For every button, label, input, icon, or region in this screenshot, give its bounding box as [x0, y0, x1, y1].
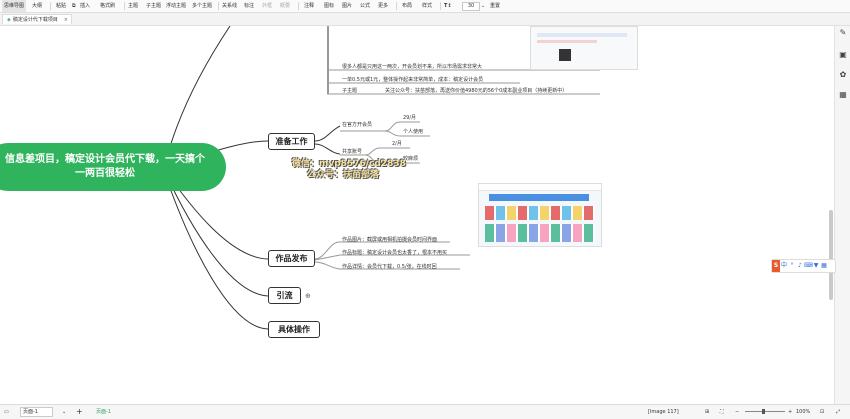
summary-button[interactable]: 概要	[280, 0, 290, 12]
leaf-subtopic[interactable]: 子主题	[342, 87, 357, 94]
leaf-personal-use[interactable]: 个人使用	[403, 128, 423, 135]
document-tab[interactable]: ◈ 稿定设计代下载项目 ×	[2, 14, 72, 24]
page-icon[interactable]: ▭	[4, 405, 9, 419]
zoom-in-icon[interactable]: +	[788, 405, 792, 419]
layout-button[interactable]: 布局	[402, 0, 412, 12]
leaf-market-demand[interactable]: 很多人都是只用这一两次，开会员划不来，所以市场需求非常大	[342, 63, 482, 70]
floating-topic-button[interactable]: 浮动主题	[166, 0, 186, 12]
subtopic-button[interactable]: 子主题	[146, 0, 161, 12]
fit-width-icon[interactable]: ⊡	[820, 405, 824, 419]
topic-button[interactable]: 主题	[128, 0, 138, 12]
keyboard-icon[interactable]: ⌨	[804, 260, 813, 272]
paste-button[interactable]: 粘贴	[56, 0, 66, 12]
toolbar-divider	[440, 2, 441, 10]
menu-mindmap[interactable]: 思维导图	[2, 0, 27, 12]
leaf-work-image[interactable]: 作品图片：截屏或用相机拍摄会员时间界面	[342, 236, 437, 243]
shirt-icon[interactable]: ▼	[812, 260, 820, 272]
more-button[interactable]: 更多	[378, 0, 388, 12]
sogou-icon[interactable]: S	[772, 260, 780, 272]
toolbar-divider	[50, 2, 51, 10]
relation-line-button[interactable]: 关系线	[222, 0, 237, 12]
paste-special-icon[interactable]: ⧉	[72, 0, 76, 12]
zoom-slider-handle[interactable]	[762, 409, 765, 414]
screenshot-thumbnail-works[interactable]	[478, 183, 602, 247]
right-sidebar: ✎ ▣ ✿ ▦	[834, 26, 850, 404]
watermark-account: 公众号：扶苗部落	[307, 170, 380, 180]
thumbnail-header	[479, 184, 601, 191]
leaf-shared-account[interactable]: 共享账号	[342, 148, 362, 155]
vertical-scrollbar[interactable]	[829, 210, 833, 300]
leaf-follow-account[interactable]: 关注公众号：扶苗部落，再送你价值4980元的56个0成本副业项目（持续更新中）	[385, 87, 567, 94]
ime-mode-label[interactable]: 中	[780, 260, 788, 272]
reset-button[interactable]: 重置	[490, 0, 500, 12]
qr-code-image	[559, 49, 571, 61]
menu-outline[interactable]: 大纲	[32, 0, 42, 12]
image-info-label: [Image 117]	[648, 409, 679, 415]
punctuation-icon[interactable]: °	[788, 260, 796, 272]
root-title-line1: 信息差项目，稿定设计会员代下载，一天搞个	[5, 154, 205, 165]
branch-prepare[interactable]: 准备工作	[268, 133, 315, 150]
mindmap-canvas[interactable]: 很多人都是只用这一两次，开会员划不来，所以市场需求非常大 一单0.5元或1元，整…	[0, 26, 834, 404]
branch-publish[interactable]: 作品发布	[268, 250, 315, 267]
style-button[interactable]: 样式	[422, 0, 432, 12]
mindmap-icon: ◈	[7, 17, 11, 23]
map-icon[interactable]: ▣	[838, 50, 848, 60]
leaf-work-detail[interactable]: 作品详情：会员代下载，0.5/张，在线时回	[342, 263, 437, 270]
thumbnail-bar	[537, 33, 627, 37]
toolbar-divider	[396, 2, 397, 10]
zoom-out-icon[interactable]: −	[735, 405, 739, 419]
leaf-price-cost[interactable]: 一单0.5元或1元，整体操作起来非常简单，成本：稿定设计会员	[342, 76, 483, 83]
document-tab-title: 稿定设计代下载项目	[12, 17, 58, 23]
note-button[interactable]: 注释	[304, 0, 314, 12]
ime-toolbar[interactable]: S 中 ° ♪ ⌨▼ ▦	[771, 259, 836, 273]
style-brush-icon[interactable]: ✎	[838, 28, 848, 38]
font-size-input[interactable]: 30	[462, 2, 480, 11]
toolbar-divider	[124, 2, 125, 10]
chevron-down-icon[interactable]: ⌄	[481, 0, 485, 12]
root-title-line2: 一两百很轻松	[75, 168, 135, 179]
callout-button[interactable]: 标注	[244, 0, 254, 12]
font-size-icon: T↕	[444, 3, 452, 9]
calendar-icon[interactable]: ▦	[838, 90, 848, 100]
branch-traffic[interactable]: 引流	[268, 287, 301, 304]
thumbnail-bar	[537, 40, 597, 43]
boundary-button[interactable]: 外框	[262, 0, 272, 12]
image-button[interactable]: 图片	[342, 0, 352, 12]
leaf-official-vip[interactable]: 在官方开会员	[342, 121, 372, 128]
icon-button[interactable]: 图标	[324, 0, 334, 12]
insert-button[interactable]: 插入	[80, 0, 90, 12]
leaf-price-month[interactable]: 29/月	[403, 114, 416, 121]
fit-page-icon[interactable]: ⊞	[705, 405, 709, 419]
grid-icon[interactable]: ▦	[820, 260, 828, 272]
leaf-work-title[interactable]: 作品标题：稿定设计会员也太香了，根本不用买	[342, 249, 447, 256]
main-toolbar: 思维导图 大纲 粘贴 ⧉ 插入 格式刷 主题 子主题 浮动主题 多个主题 关系线…	[0, 0, 850, 13]
fullscreen-icon[interactable]: ⛶	[720, 405, 724, 419]
formula-button[interactable]: 公式	[360, 0, 370, 12]
mic-icon[interactable]: ♪	[796, 260, 804, 272]
page-select[interactable]: 页面-1	[20, 407, 53, 417]
add-page-button[interactable]: +	[76, 405, 83, 419]
close-icon[interactable]: ×	[64, 15, 68, 25]
zoom-slider[interactable]	[745, 411, 785, 412]
thumbnail-row	[485, 224, 595, 242]
leaf-price-shared[interactable]: 2/月	[392, 140, 402, 147]
format-painter-button[interactable]: 格式刷	[100, 0, 115, 12]
theme-icon[interactable]: ✿	[838, 70, 848, 80]
thumbnail-row	[485, 206, 595, 220]
expand-icon[interactable]: ⤢	[836, 405, 840, 419]
thumbnail-banner	[489, 194, 589, 201]
multi-topic-button[interactable]: 多个主题	[192, 0, 212, 12]
screenshot-thumbnail-vip[interactable]	[530, 26, 638, 70]
toolbar-divider	[218, 2, 219, 10]
document-tab-bar: ◈ 稿定设计代下载项目 ×	[0, 13, 850, 26]
zoom-level[interactable]: 100%	[796, 405, 810, 419]
branch-operate[interactable]: 具体操作	[268, 321, 320, 338]
chevron-down-icon[interactable]: ⌄	[62, 405, 66, 419]
link-icon[interactable]: ⊕	[305, 292, 311, 300]
status-bar: ▭ 页面-1 ⌄ + 页面-1 [Image 117] ⊞ ⛶ − + 100%…	[0, 404, 850, 419]
page-tab[interactable]: 页面-1	[96, 405, 111, 419]
root-topic[interactable]: 信息差项目，稿定设计会员代下载，一天搞个 一两百很轻松	[0, 143, 226, 191]
toolbar-divider	[298, 2, 299, 10]
